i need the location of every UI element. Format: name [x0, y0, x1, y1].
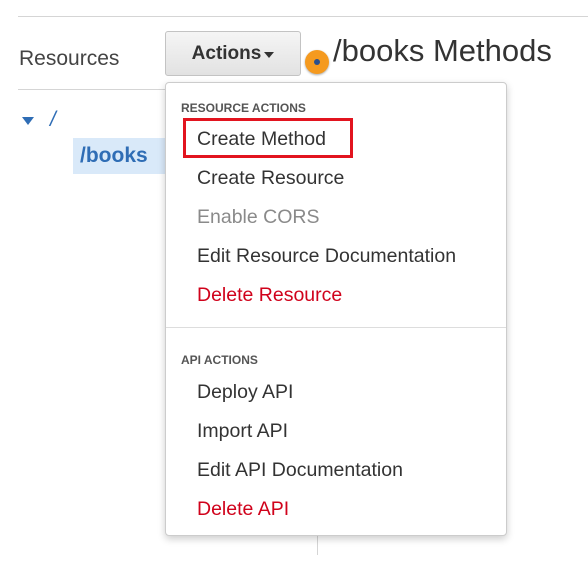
caret-down-icon[interactable]: [22, 117, 34, 125]
tree-item-root-label[interactable]: /: [50, 108, 56, 132]
menu-item-edit-api-documentation[interactable]: Edit API Documentation: [197, 459, 403, 482]
section-header-resource-actions: RESOURCE ACTIONS: [181, 101, 306, 115]
menu-item-delete-api[interactable]: Delete API: [197, 498, 289, 521]
resources-panel-title: Resources: [19, 47, 120, 70]
actions-button-label: Actions: [191, 42, 262, 64]
menu-divider: [166, 327, 506, 328]
menu-item-import-api[interactable]: Import API: [197, 420, 288, 443]
highlight-annotation-box: [183, 118, 353, 158]
tree-item-books-label[interactable]: /books: [80, 144, 148, 168]
menu-item-deploy-api[interactable]: Deploy API: [197, 381, 293, 404]
tree-item-root[interactable]: /: [22, 108, 56, 132]
caret-down-icon: [264, 51, 275, 58]
top-divider: [18, 16, 588, 17]
menu-item-delete-resource[interactable]: Delete Resource: [197, 284, 342, 307]
actions-button[interactable]: Actions: [165, 31, 301, 76]
tree-item-books[interactable]: /books: [73, 138, 168, 174]
menu-item-edit-resource-documentation[interactable]: Edit Resource Documentation: [197, 245, 456, 268]
section-header-api-actions: API ACTIONS: [181, 353, 258, 367]
status-dot-icon: [305, 50, 329, 74]
menu-item-create-resource[interactable]: Create Resource: [197, 167, 344, 190]
actions-dropdown-menu: RESOURCE ACTIONS Create Method Create Re…: [165, 82, 507, 536]
page-title: /books Methods: [333, 33, 552, 68]
menu-item-enable-cors: Enable CORS: [197, 206, 320, 228]
